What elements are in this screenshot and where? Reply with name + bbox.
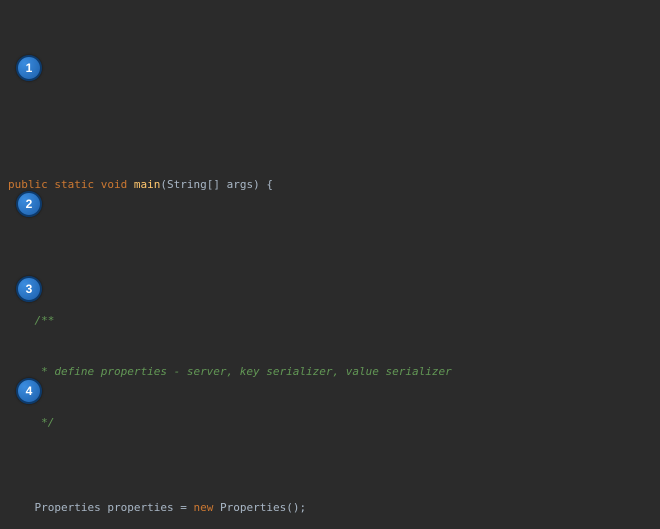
kw-static: static — [54, 178, 94, 191]
doc1-close: */ — [8, 414, 652, 431]
step-marker-3-num: 3 — [26, 281, 33, 298]
step-marker-4: 4 — [16, 378, 42, 404]
blank-line — [8, 227, 652, 244]
kw-public: public — [8, 178, 48, 191]
step-marker-3: 3 — [16, 276, 42, 302]
arg-name: args — [227, 178, 254, 191]
method-signature: public static void main(String[] args) { — [8, 176, 652, 193]
step-marker-1-num: 1 — [26, 60, 33, 77]
code-editor: 1 2 3 4 public static void main(String[]… — [0, 0, 660, 529]
props-decl: Properties properties = new Properties()… — [8, 499, 652, 516]
kw-void: void — [101, 178, 128, 191]
step-marker-1: 1 — [16, 55, 42, 81]
doc1-open: /** — [8, 312, 652, 329]
step-marker-2: 2 — [16, 191, 42, 217]
step-marker-4-num: 4 — [26, 383, 33, 400]
doc1-body: * define properties - server, key serial… — [8, 363, 652, 380]
step-marker-2-num: 2 — [26, 196, 33, 213]
arg-type: String — [167, 178, 207, 191]
method-name: main — [134, 178, 161, 191]
